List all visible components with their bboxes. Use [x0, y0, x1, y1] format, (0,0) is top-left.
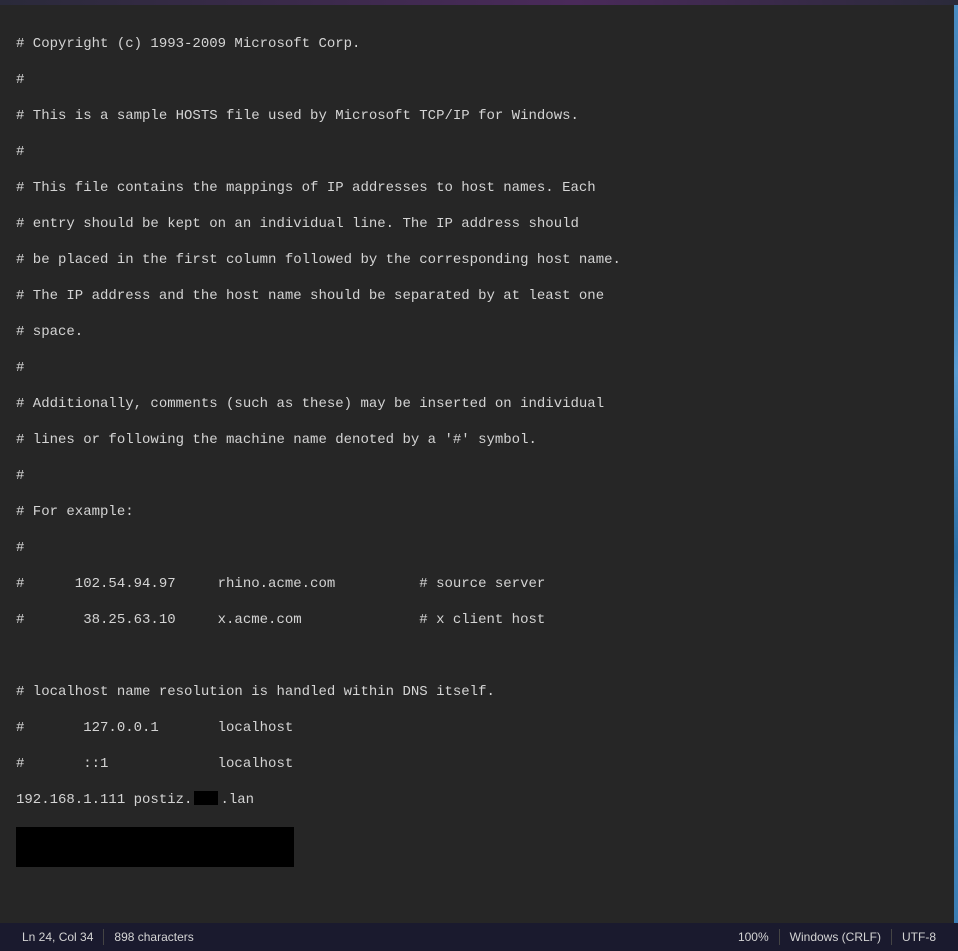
hosts-entry-suffix: .lan — [220, 792, 254, 808]
editor-line — [16, 647, 942, 665]
editor-line: # The IP address and the host name shoul… — [16, 287, 942, 305]
character-count[interactable]: 898 characters — [104, 923, 203, 951]
line-ending[interactable]: Windows (CRLF) — [780, 923, 891, 951]
editor-line: # ::1 localhost — [16, 755, 942, 773]
editor-line: # space. — [16, 323, 942, 341]
editor-line: # entry should be kept on an individual … — [16, 215, 942, 233]
editor-line: # For example: — [16, 503, 942, 521]
redacted-text — [194, 791, 218, 805]
editor-line: # — [16, 71, 942, 89]
editor-line: # be placed in the first column followed… — [16, 251, 942, 269]
cursor-position-label: Ln 24, Col 34 — [22, 930, 93, 944]
status-left-group: Ln 24, Col 34 898 characters — [12, 923, 204, 951]
zoom-level-label: 100% — [738, 930, 769, 944]
editor-line: # localhost name resolution is handled w… — [16, 683, 942, 701]
line-ending-label: Windows (CRLF) — [790, 930, 881, 944]
character-count-label: 898 characters — [114, 930, 193, 944]
encoding[interactable]: UTF-8 — [892, 923, 946, 951]
cursor-position[interactable]: Ln 24, Col 34 — [12, 923, 103, 951]
editor-line: # — [16, 359, 942, 377]
editor-line: # Copyright (c) 1993-2009 Microsoft Corp… — [16, 35, 942, 53]
text-editor[interactable]: # Copyright (c) 1993-2009 Microsoft Corp… — [0, 5, 958, 923]
editor-line: # — [16, 467, 942, 485]
redacted-block — [16, 827, 294, 867]
editor-line: 192.168.1.111 postiz. .lan — [16, 791, 942, 809]
editor-line: # lines or following the machine name de… — [16, 431, 942, 449]
status-bar: Ln 24, Col 34 898 characters 100% Window… — [0, 923, 958, 951]
editor-line: # This file contains the mappings of IP … — [16, 179, 942, 197]
editor-line: # 38.25.63.10 x.acme.com # x client host — [16, 611, 942, 629]
zoom-level[interactable]: 100% — [728, 923, 779, 951]
encoding-label: UTF-8 — [902, 930, 936, 944]
hosts-entry-prefix: 192.168.1.111 postiz. — [16, 792, 192, 808]
editor-line: # — [16, 539, 942, 557]
editor-line: # 102.54.94.97 rhino.acme.com # source s… — [16, 575, 942, 593]
right-window-edge — [954, 5, 958, 923]
editor-line: # Additionally, comments (such as these)… — [16, 395, 942, 413]
status-right-group: 100% Windows (CRLF) UTF-8 — [728, 923, 946, 951]
editor-line: # 127.0.0.1 localhost — [16, 719, 942, 737]
editor-line: # This is a sample HOSTS file used by Mi… — [16, 107, 942, 125]
editor-line: # — [16, 143, 942, 161]
